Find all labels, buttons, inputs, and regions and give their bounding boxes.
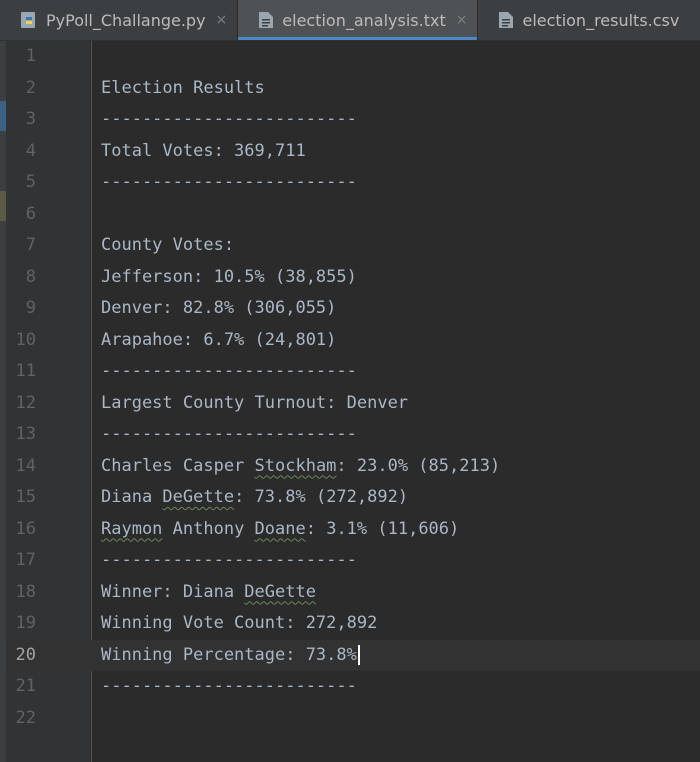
code-line[interactable]: 10 Arapahoe: 6.7% (24,801) [6,325,700,356]
code-line[interactable]: 3 ------------------------- [6,104,700,135]
code-line[interactable]: 1 [6,41,700,72]
code-line[interactable]: 2 Election Results [6,73,700,104]
code-line[interactable]: 11 ------------------------- [6,356,700,387]
code-line[interactable]: 21 ------------------------- [6,671,700,702]
line-number: 8 [25,266,36,287]
code-line[interactable]: 7 County Votes: [6,230,700,261]
spellcheck-mark: Doane [254,518,306,539]
code-text: ------------------------- [101,361,357,381]
code-text: Total Votes: 369,711 [101,140,306,161]
code-text: Largest County Turnout: Denver [101,392,409,413]
line-number: 22 [15,707,36,728]
tab-pypoll-challange[interactable]: PyPoll_Challange.py × [0,0,237,40]
code-line[interactable]: 16 Raymon Anthony Doane: 3.1% (11,606) [6,514,700,545]
spellcheck-mark: Raymon [101,518,163,539]
line-number: 5 [25,172,36,192]
code-text: Raymon Anthony Doane: 3.1% (11,606) [101,518,460,539]
line-number: 19 [15,613,36,633]
code-editor[interactable]: 1 2 Election Results 3 ---------------------… [6,41,700,762]
tab-label: PyPoll_Challange.py [46,10,206,30]
line-number: 9 [25,298,36,318]
line-number: 11 [15,361,36,381]
code-line[interactable]: 20 Winning Percentage: 73.8% [6,639,700,671]
line-number: 16 [15,518,36,539]
csv-file-icon [498,11,514,29]
spellcheck-mark: DeGette [244,581,316,602]
code-line[interactable]: 22 [6,703,700,734]
code-line[interactable]: 9 Denver: 82.8% (306,055) [6,293,700,324]
code-text: Winner: Diana DeGette [101,581,316,602]
code-line[interactable]: 5 ------------------------- [6,167,700,198]
spellcheck-mark: DeGette [162,487,235,507]
code-text: Winning Percentage: 73.8% [101,640,360,671]
line-number: 3 [25,109,36,129]
code-line[interactable]: 12 Largest County Turnout: Denver [6,388,700,419]
code-text: ------------------------- [101,424,357,444]
line-number: 14 [15,455,36,476]
line-number: 7 [25,235,36,255]
code-line[interactable]: 13 ------------------------- [6,419,700,450]
code-line[interactable]: 19 Winning Vote Count: 272,892 [6,608,700,639]
code-line[interactable]: 14 Charles Casper Stockham: 23.0% (85,213… [6,451,700,482]
code-text: Charles Casper Stockham: 23.0% (85,213) [101,455,501,476]
close-icon[interactable]: × [216,12,228,28]
code-text: ------------------------- [101,172,357,192]
code-line[interactable]: 18 Winner: Diana DeGette [6,577,700,608]
line-number: 4 [25,140,36,161]
tab-election-analysis[interactable]: election_analysis.txt × [238,0,478,40]
code-text: ------------------------- [101,109,357,129]
line-number: 18 [15,581,36,602]
code-text: ------------------------- [101,550,357,570]
code-text: Election Results [101,77,265,98]
close-icon[interactable]: × [456,12,468,28]
code-line[interactable]: 8 Jefferson: 10.5% (38,855) [6,262,700,293]
code-text: Jefferson: 10.5% (38,855) [101,266,357,287]
code-line[interactable]: 15 Diana DeGette: 73.8% (272,892) [6,482,700,513]
code-line[interactable]: 4 Total Votes: 369,711 [6,136,700,167]
text-caret [357,644,360,665]
code-line[interactable]: 6 [6,199,700,230]
line-number: 12 [15,392,36,413]
line-number: 21 [15,676,36,696]
line-number: 10 [15,329,36,350]
editor-tab-bar: PyPoll_Challange.py × election_analysis.… [0,0,700,41]
code-text: Winning Vote Count: 272,892 [101,613,378,633]
line-number: 6 [25,203,36,224]
tab-election-results[interactable]: election_results.csv [478,0,689,40]
text-file-icon [258,11,274,29]
tab-label: election_analysis.txt [282,10,446,30]
line-number: 17 [15,550,36,570]
spellcheck-mark: Stockham [254,455,337,476]
line-number: 15 [15,487,36,507]
line-number: 1 [25,46,36,66]
line-number: 13 [15,424,36,444]
tab-label: election_results.csv [522,10,680,30]
code-text: Diana DeGette: 73.8% (272,892) [101,487,409,507]
line-number: 2 [25,77,36,98]
code-text: ------------------------- [101,676,357,696]
code-line[interactable]: 17 ------------------------- [6,545,700,576]
line-number: 20 [15,644,36,665]
python-file-icon [20,11,38,29]
code-text: County Votes: [101,235,235,255]
code-text: Arapahoe: 6.7% (24,801) [101,329,337,350]
code-text: Denver: 82.8% (306,055) [101,298,337,318]
